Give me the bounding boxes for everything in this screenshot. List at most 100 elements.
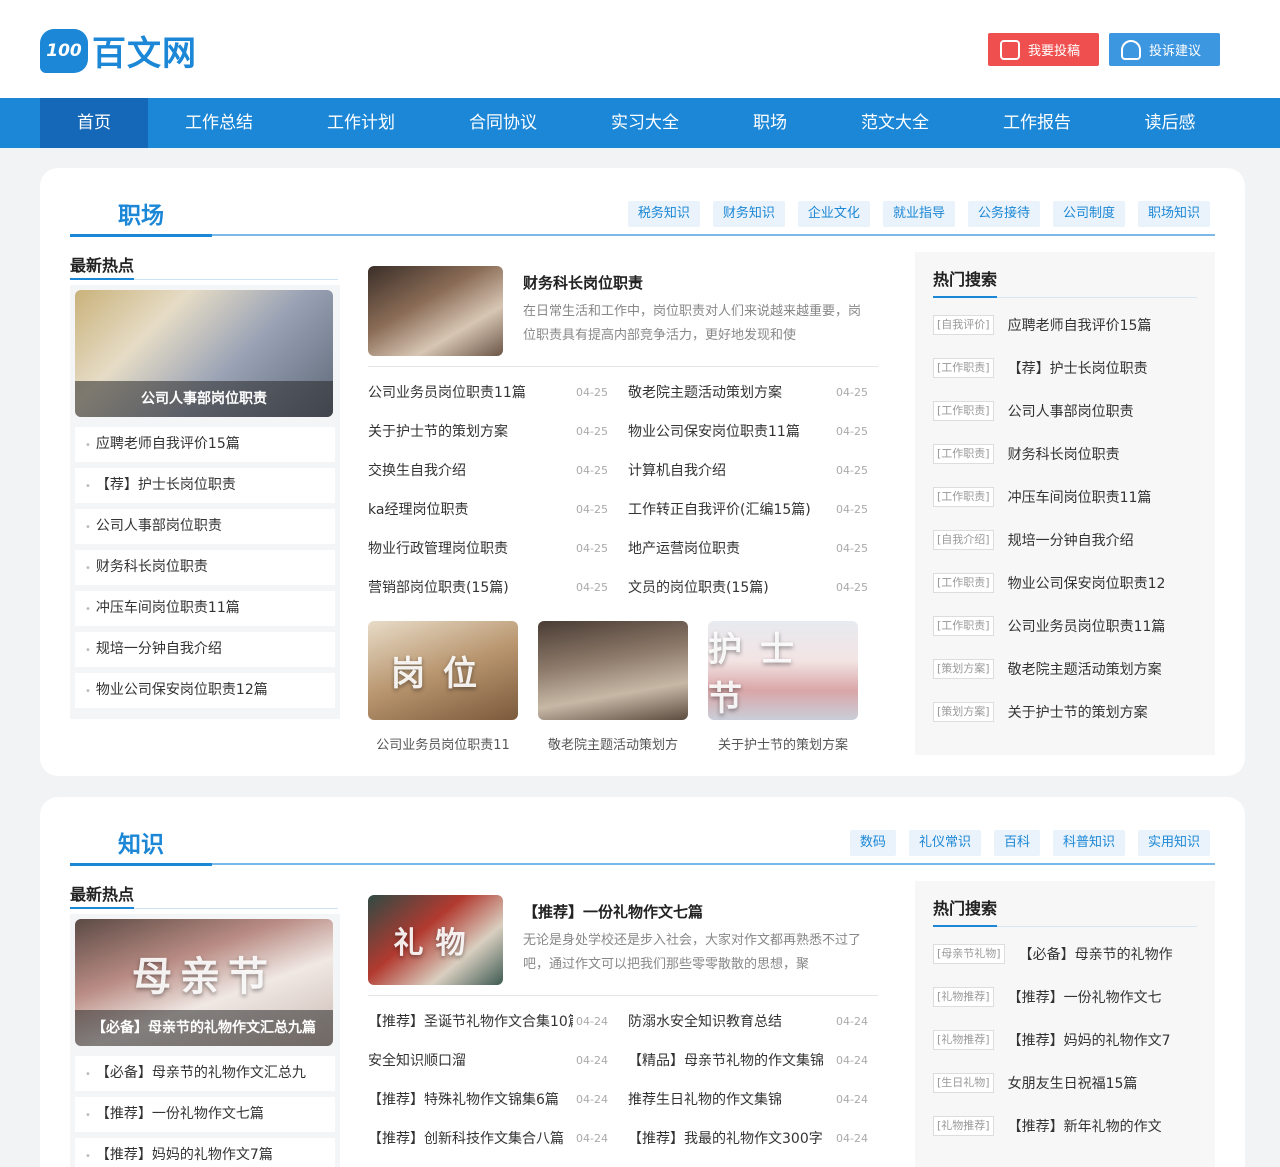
category-tag[interactable]: [工作职责] [933,401,994,421]
category-tag[interactable]: [礼物推荐] [933,987,994,1007]
category-tag[interactable]: [礼物推荐] [933,1116,994,1136]
category-tag[interactable]: [工作职责] [933,573,994,593]
list-item[interactable]: 【推荐】一份礼物作文七篇 [75,1097,335,1132]
section-title[interactable]: 职场 [70,201,212,237]
feature-title[interactable]: 财务科长岗位职责 [523,272,643,293]
list-item[interactable]: 规培一分钟自我介绍 [75,632,335,667]
tag-link[interactable]: 科普知识 [1052,830,1125,856]
category-tag[interactable]: [礼物推荐] [933,1030,994,1050]
category-tag[interactable]: [自我介绍] [933,530,994,550]
hot-search-item[interactable]: [母亲节礼物] 【必备】母亲节的礼物作 [933,939,1203,969]
nav-item-contracts[interactable]: 合同协议 [432,98,574,148]
tag-link[interactable]: 数码 [849,830,896,856]
thumbnail-caption: 关于护士节的策划方案 [717,738,848,753]
tag-link[interactable]: 公务接待 [967,201,1040,227]
hot-search-item[interactable]: [工作职责] 财务科长岗位职责 [933,439,1203,469]
article-item[interactable]: ka经理岗位职责 04-25 [368,495,618,525]
article-item[interactable]: 推荐生日礼物的作文集锦 04-24 [628,1085,878,1115]
nav-item-work-report[interactable]: 工作报告 [966,98,1108,148]
tag-link[interactable]: 企业文化 [797,201,870,227]
latest-hot-box: 母亲节 【必备】母亲节的礼物作文汇总九篇 【必备】母亲节的礼物作文汇总九 【推荐… [70,914,340,1167]
article-item[interactable]: 防溺水安全知识教育总结 04-24 [628,1007,878,1037]
category-tag[interactable]: [工作职责] [933,616,994,636]
tag-link[interactable]: 礼仪常识 [908,830,981,856]
nav-item-internship[interactable]: 实习大全 [574,98,716,148]
article-item[interactable]: 地产运营岗位职责 04-25 [628,534,878,564]
category-tag[interactable]: [工作职责] [933,358,994,378]
hero-image[interactable]: 公司人事部岗位职责 [75,290,333,417]
list-item[interactable]: 财务科长岗位职责 [75,550,335,585]
hot-search-item[interactable]: [工作职责] 公司人事部岗位职责 [933,396,1203,426]
hot-search-item[interactable]: [工作职责] 公司业务员岗位职责11篇 [933,611,1203,641]
list-item[interactable]: 【荐】护士长岗位职责 [75,468,335,503]
hot-search-item[interactable]: [自我评价] 应聘老师自我评价15篇 [933,310,1203,340]
article-item[interactable]: 营销部岗位职责(15篇) 04-25 [368,573,618,603]
nav-item-work-summary[interactable]: 工作总结 [148,98,290,148]
hot-search-item[interactable]: [自我介绍] 规培一分钟自我介绍 [933,525,1203,555]
hot-search-item[interactable]: [工作职责] 【荐】护士长岗位职责 [933,353,1203,383]
submit-article-button[interactable]: 我要投稿 [988,33,1099,66]
category-tag[interactable]: [工作职责] [933,444,994,464]
hero-caption[interactable]: 【必备】母亲节的礼物作文汇总九篇 [75,1010,333,1046]
tag-link[interactable]: 税务知识 [627,201,700,227]
article-item[interactable]: 物业公司保安岗位职责11篇 04-25 [628,417,878,447]
article-item[interactable]: 文员的岗位职责(15篇) 04-25 [628,573,878,603]
hot-search-item[interactable]: [策划方案] 敬老院主题活动策划方案 [933,654,1203,684]
nav-item-work-plan[interactable]: 工作计划 [290,98,432,148]
category-tag[interactable]: [策划方案] [933,702,994,722]
article-item[interactable]: 计算机自我介绍 04-25 [628,456,878,486]
category-tag[interactable]: [策划方案] [933,659,994,679]
article-item[interactable]: 工作转正自我评价(汇编15篇) 04-25 [628,495,878,525]
hot-search-item[interactable]: [礼物推荐] 【推荐】妈妈的礼物作文7 [933,1025,1203,1055]
hot-search-item[interactable]: [工作职责] 物业公司保安岗位职责12 [933,568,1203,598]
nav-item-home[interactable]: 首页 [40,98,148,148]
thumbnail-card[interactable]: 敬老院主题活动策划方 [538,621,688,753]
list-item[interactable]: 物业公司保安岗位职责12篇 [75,673,335,708]
hero-image[interactable]: 母亲节 【必备】母亲节的礼物作文汇总九篇 [75,919,333,1046]
tag-link[interactable]: 实用知识 [1137,830,1210,856]
complain-button[interactable]: 投诉建议 [1109,33,1220,66]
site-logo[interactable]: 100 百文网 [40,26,197,75]
article-item[interactable]: 【推荐】我最的礼物作文300字 04-24 [628,1124,878,1154]
article-item[interactable]: 关于护士节的策划方案 04-25 [368,417,618,447]
latest-hot-list: 应聘老师自我评价15篇 【荐】护士长岗位职责 公司人事部岗位职责 财务科长岗位职… [75,427,335,708]
tag-link[interactable]: 就业指导 [882,201,955,227]
article-item[interactable]: 【精品】母亲节礼物的作文集锦 04-24 [628,1046,878,1076]
hot-search-item[interactable]: [工作职责] 冲压车间岗位职责11篇 [933,482,1203,512]
list-item[interactable]: 应聘老师自我评价15篇 [75,427,335,462]
article-item[interactable]: 安全知识顺口溜 04-24 [368,1046,618,1076]
feature-image[interactable] [368,266,503,356]
category-tag[interactable]: [生日礼物] [933,1073,994,1093]
nav-item-essays[interactable]: 范文大全 [824,98,966,148]
category-tag[interactable]: [母亲节礼物] [933,944,1005,964]
article-item[interactable]: 交换生自我介绍 04-25 [368,456,618,486]
nav-item-reviews[interactable]: 读后感 [1108,98,1232,148]
list-item[interactable]: 公司人事部岗位职责 [75,509,335,544]
category-tag[interactable]: [自我评价] [933,315,994,335]
list-item[interactable]: 【必备】母亲节的礼物作文汇总九 [75,1056,335,1091]
article-item[interactable]: 【推荐】创新科技作文集合八篇 04-24 [368,1124,618,1154]
article-item[interactable]: 公司业务员岗位职责11篇 04-25 [368,378,618,408]
article-item[interactable]: 【推荐】圣诞节礼物作文合集10篇 04-24 [368,1007,618,1037]
hot-search-item[interactable]: [礼物推荐] 【推荐】一份礼物作文七 [933,982,1203,1012]
thumbnail-card[interactable]: 岗位 公司业务员岗位职责11 [368,621,518,753]
hero-caption[interactable]: 公司人事部岗位职责 [75,381,333,417]
hot-search-item[interactable]: [策划方案] 关于护士节的策划方案 [933,697,1203,727]
article-item[interactable]: 物业行政管理岗位职责 04-25 [368,534,618,564]
article-item[interactable]: 【推荐】特殊礼物作文锦集6篇 04-24 [368,1085,618,1115]
tag-link[interactable]: 公司制度 [1052,201,1125,227]
hot-search-item[interactable]: [生日礼物] 女朋友生日祝福15篇 [933,1068,1203,1098]
feature-title[interactable]: 【推荐】一份礼物作文七篇 [523,901,703,922]
list-item[interactable]: 冲压车间岗位职责11篇 [75,591,335,626]
hot-search-item[interactable]: [礼物推荐] 【推荐】新年礼物的作文 [933,1111,1203,1141]
category-tag[interactable]: [工作职责] [933,487,994,507]
article-item[interactable]: 敬老院主题活动策划方案 04-25 [628,378,878,408]
tag-link[interactable]: 百科 [993,830,1040,856]
thumbnail-card[interactable]: 护士节 关于护士节的策划方案 [708,621,858,753]
tag-link[interactable]: 财务知识 [712,201,785,227]
tag-link[interactable]: 职场知识 [1137,201,1210,227]
nav-item-workplace[interactable]: 职场 [716,98,824,148]
section-title[interactable]: 知识 [70,830,212,866]
feature-image[interactable]: 礼物 [368,895,503,985]
list-item[interactable]: 【推荐】妈妈的礼物作文7篇 [75,1138,335,1167]
